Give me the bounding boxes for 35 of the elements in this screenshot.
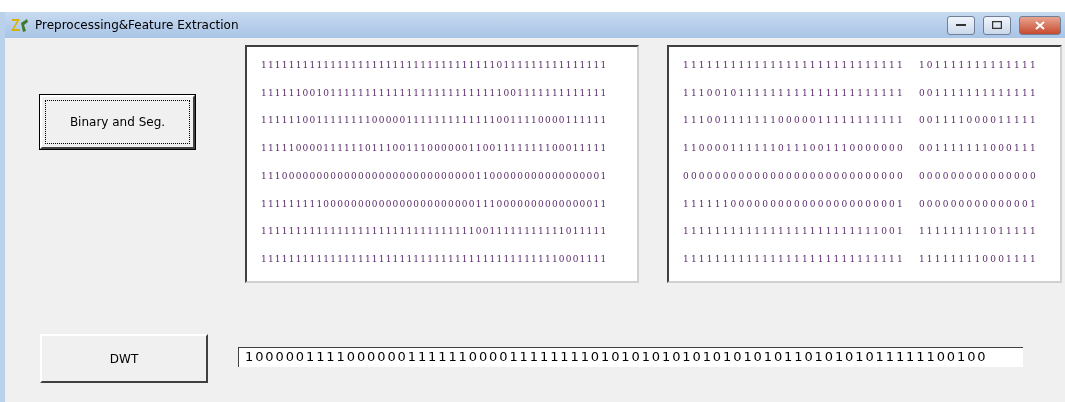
minimize-icon	[956, 23, 966, 27]
binary-row: 001111111111111	[918, 87, 1038, 98]
binary-row: 1111110000000000000000000001	[683, 198, 905, 209]
dwt-output-field[interactable]: 1000001111000000111111000011111111010101010101010101011010101011111100100	[238, 347, 1023, 367]
maximize-button[interactable]	[983, 15, 1011, 35]
binary-row: 0000000000000000000000000000	[683, 170, 905, 181]
binary-row: 111111111011111	[918, 226, 1038, 237]
binary-row: 1111111111111111111111111111	[683, 59, 905, 70]
binary-row: 1111111111111111111111111111	[683, 254, 905, 265]
binary-row-text: 11111111111111111111111111111111110111111111111111	[261, 59, 609, 70]
close-button[interactable]	[1019, 15, 1061, 35]
binary-row: 1111111111111111111111111001	[683, 226, 905, 237]
app-icon	[11, 17, 29, 33]
binary-row: 1100001111110111001110000000	[683, 143, 905, 154]
binary-row-text: 11111111111111111111111111111111111111111110001111	[261, 254, 609, 265]
maximize-icon	[992, 21, 1002, 29]
binary-seg-button[interactable]: Binary and Seg.	[40, 95, 195, 149]
binary-row-text: 11100000000000000000000000000001100000000000000001	[261, 170, 609, 181]
window-title: Preprocessing&Feature Extraction	[35, 18, 240, 32]
close-icon	[1035, 20, 1045, 30]
binary-row-text: 11111100111111110000011111111111110011110000111111	[261, 115, 609, 126]
binary-row: 111111110001111	[918, 254, 1038, 265]
binary-row-text: 11111000011111101110011100000011001111111100011111	[261, 143, 609, 154]
binary-row: 101111111111111	[918, 59, 1038, 70]
binary-row-text: 11111100101111111111111111111111111001111111111111	[261, 87, 609, 98]
binary-row: 000000000000000	[918, 170, 1038, 181]
binary-row: 1110011111110000011111111111	[683, 115, 905, 126]
binary-row: 000000000000001	[918, 198, 1038, 209]
binary-row-text: 11111111100000000000000000000001110000000000000011	[261, 198, 609, 209]
binary-row: 1110010111111111111111111111	[683, 87, 905, 98]
binary-row: 001111111000111	[918, 143, 1038, 154]
minimize-button[interactable]	[947, 15, 975, 35]
binary-row-text: 11111111111111111111111111111110011111111111011111	[261, 226, 609, 237]
dwt-button[interactable]: DWT	[40, 334, 208, 383]
binary-row: 001111000011111	[918, 115, 1038, 126]
